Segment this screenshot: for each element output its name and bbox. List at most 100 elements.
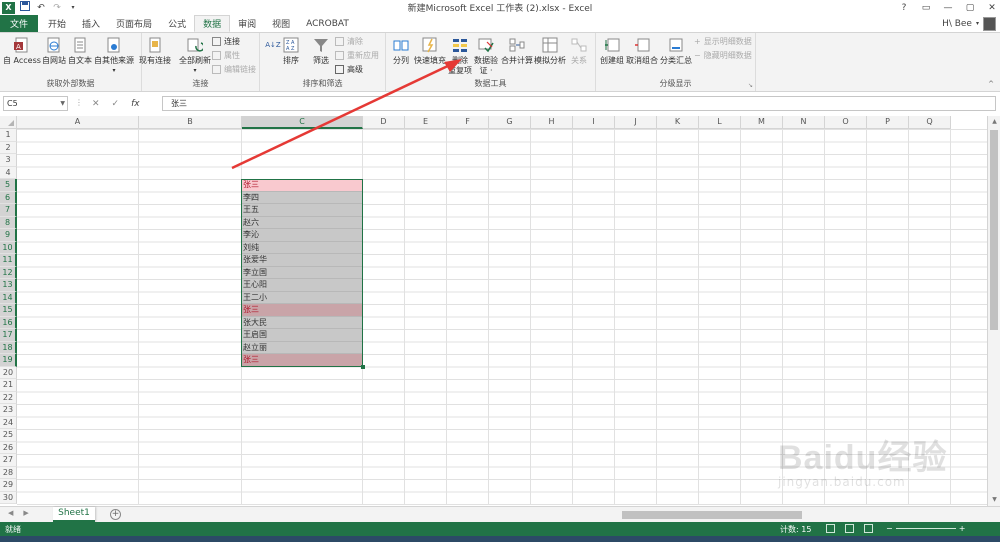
data-validation-button[interactable]: 数据验 证 · xyxy=(474,36,498,76)
avatar[interactable] xyxy=(983,16,996,31)
cell-c12[interactable]: 李立国 xyxy=(241,266,363,279)
formula-bar-splitter-icon[interactable]: ⋮ xyxy=(75,98,83,107)
row-header-25[interactable]: 25 xyxy=(0,429,17,442)
zoom-track[interactable] xyxy=(895,528,956,529)
fill-handle[interactable] xyxy=(361,365,365,369)
subtotal-button[interactable]: 分类汇总 xyxy=(660,36,692,66)
column-header-c[interactable]: C xyxy=(242,116,363,129)
tab-review[interactable]: 审阅 xyxy=(230,15,264,32)
clear-button[interactable]: 清除 xyxy=(335,36,363,47)
column-header-f[interactable]: F xyxy=(447,116,489,129)
redo-icon[interactable]: ↷ xyxy=(51,3,63,13)
vertical-scroll-thumb[interactable] xyxy=(990,130,998,330)
customize-qat-icon[interactable]: ▾ xyxy=(67,4,79,11)
tab-view[interactable]: 视图 xyxy=(264,15,298,32)
collapse-ribbon-icon[interactable]: ^ xyxy=(988,80,994,88)
row-header-3[interactable]: 3 xyxy=(0,154,17,167)
page-layout-view-icon[interactable] xyxy=(845,524,854,533)
column-header-q[interactable]: Q xyxy=(909,116,951,129)
cell-c19[interactable]: 张三 xyxy=(241,354,363,367)
row-header-20[interactable]: 20 xyxy=(0,366,17,379)
ungroup-button[interactable]: 取消组合 xyxy=(626,36,658,66)
maximize-icon[interactable]: ▢ xyxy=(964,3,976,13)
cell-c6[interactable]: 李四 xyxy=(241,191,363,204)
consolidate-button[interactable]: 合并计算 xyxy=(501,36,533,66)
cancel-icon[interactable]: ✕ xyxy=(92,99,100,109)
sort-button[interactable]: Z AA Z 排序 xyxy=(282,36,300,66)
cell-c7[interactable]: 王五 xyxy=(241,204,363,217)
help-icon[interactable]: ? xyxy=(898,3,910,13)
column-header-h[interactable]: H xyxy=(531,116,573,129)
row-header-12[interactable]: 12 xyxy=(0,266,17,279)
row-header-8[interactable]: 8 xyxy=(0,216,17,229)
insert-function-icon[interactable]: fx xyxy=(131,99,140,109)
row-header-24[interactable]: 24 xyxy=(0,416,17,429)
save-icon[interactable] xyxy=(19,1,31,14)
row-header-9[interactable]: 9 xyxy=(0,229,17,242)
row-header-6[interactable]: 6 xyxy=(0,191,17,204)
column-header-p[interactable]: P xyxy=(867,116,909,129)
zoom-in-icon[interactable]: + xyxy=(959,524,966,533)
row-header-22[interactable]: 22 xyxy=(0,391,17,404)
row-header-4[interactable]: 4 xyxy=(0,166,17,179)
cell-c15[interactable]: 张三 xyxy=(241,304,363,317)
formula-input[interactable]: 张三 xyxy=(162,96,996,111)
sheet-tab-sheet1[interactable]: Sheet1 xyxy=(53,507,95,522)
tab-insert[interactable]: 插入 xyxy=(74,15,108,32)
row-header-15[interactable]: 15 xyxy=(0,304,17,317)
column-header-i[interactable]: I xyxy=(573,116,615,129)
column-header-m[interactable]: M xyxy=(741,116,783,129)
row-header-16[interactable]: 16 xyxy=(0,316,17,329)
tab-page-layout[interactable]: 页面布局 xyxy=(108,15,160,32)
sort-az-button[interactable]: A↓Z xyxy=(264,36,282,56)
close-icon[interactable]: ✕ xyxy=(986,3,998,13)
row-header-26[interactable]: 26 xyxy=(0,441,17,454)
row-header-21[interactable]: 21 xyxy=(0,379,17,392)
row-header-28[interactable]: 28 xyxy=(0,466,17,479)
row-header-11[interactable]: 11 xyxy=(0,254,17,267)
show-detail-button[interactable]: + 显示明细数据 xyxy=(694,36,752,47)
column-header-l[interactable]: L xyxy=(699,116,741,129)
row-header-10[interactable]: 10 xyxy=(0,241,17,254)
select-all-corner[interactable] xyxy=(0,116,17,129)
edit-links-button[interactable]: 编辑链接 xyxy=(212,64,256,75)
scroll-down-icon[interactable]: ▼ xyxy=(988,494,1000,506)
what-if-analysis-button[interactable]: 模拟分析 xyxy=(534,36,566,66)
enter-icon[interactable]: ✓ xyxy=(112,99,120,109)
row-header-17[interactable]: 17 xyxy=(0,329,17,342)
cell-c16[interactable]: 张大民 xyxy=(241,316,363,329)
refresh-all-button[interactable]: 全部刷新 ▾ xyxy=(179,36,211,76)
cell-c5[interactable]: 张三 xyxy=(241,179,363,192)
from-other-sources-button[interactable]: 自其他来源 ▾ xyxy=(94,36,134,76)
undo-icon[interactable]: ↶ xyxy=(35,3,47,13)
column-header-e[interactable]: E xyxy=(405,116,447,129)
scroll-up-icon[interactable]: ▲ xyxy=(988,116,1000,128)
column-header-k[interactable]: K xyxy=(657,116,699,129)
prev-sheet-icon[interactable]: ◀ xyxy=(8,509,13,517)
cell-c17[interactable]: 王启国 xyxy=(241,329,363,342)
next-sheet-icon[interactable]: ▶ xyxy=(23,509,28,517)
page-break-view-icon[interactable] xyxy=(864,524,873,533)
row-header-13[interactable]: 13 xyxy=(0,279,17,292)
properties-button[interactable]: 属性 xyxy=(212,50,240,61)
normal-view-icon[interactable] xyxy=(826,524,835,533)
relationships-button[interactable]: 关系 xyxy=(570,36,588,66)
row-header-19[interactable]: 19 xyxy=(0,354,17,367)
tab-home[interactable]: 开始 xyxy=(40,15,74,32)
cell-c14[interactable]: 王二小 xyxy=(241,291,363,304)
row-header-27[interactable]: 27 xyxy=(0,454,17,467)
column-header-g[interactable]: G xyxy=(489,116,531,129)
horizontal-scrollbar[interactable] xyxy=(612,510,990,520)
tab-acrobat[interactable]: ACROBAT xyxy=(298,15,357,32)
minimize-icon[interactable]: — xyxy=(942,3,954,13)
from-web-button[interactable]: 自网站 xyxy=(42,36,66,66)
cell-c18[interactable]: 赵立丽 xyxy=(241,341,363,354)
existing-connections-button[interactable]: 现有连接 xyxy=(139,36,171,66)
zoom-out-icon[interactable]: − xyxy=(886,524,893,533)
connections-button[interactable]: 连接 xyxy=(212,36,240,47)
row-header-7[interactable]: 7 xyxy=(0,204,17,217)
cell-c13[interactable]: 王心阳 xyxy=(241,279,363,292)
cell-c11[interactable]: 张爱华 xyxy=(241,254,363,267)
reapply-button[interactable]: 重新应用 xyxy=(335,50,379,61)
cell-c8[interactable]: 赵六 xyxy=(241,216,363,229)
